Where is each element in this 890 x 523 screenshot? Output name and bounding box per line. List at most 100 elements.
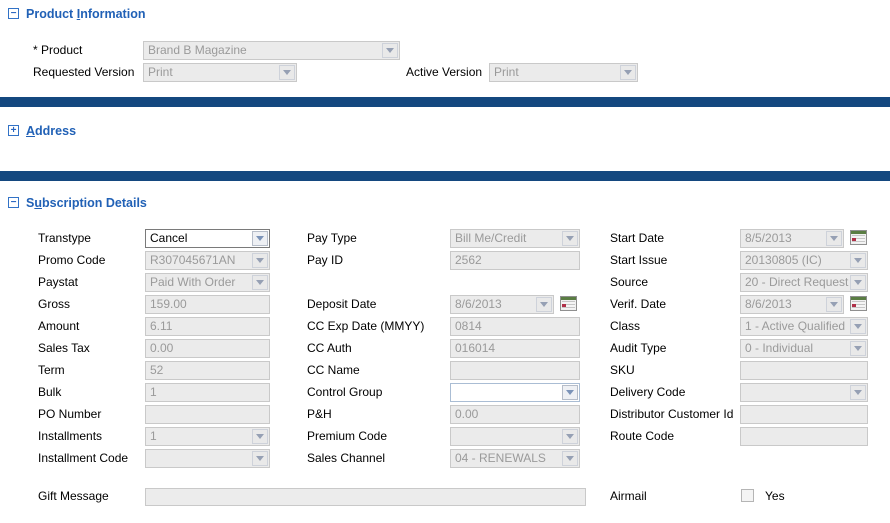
field-bulk: 1 [145,383,270,402]
p-and-h-label: P&H [307,405,332,424]
transtype-value: Cancel [146,230,252,247]
chevron-down-icon[interactable] [252,231,268,246]
section-title-product-information: Product Information [26,7,145,21]
field-po-number [145,405,270,424]
chevron-down-icon [850,341,866,356]
amount-label: Amount [38,317,79,336]
amount-value: 6.11 [146,318,269,335]
field-installments: 1 [145,427,270,446]
airmail-checkbox[interactable] [741,489,754,502]
field-cc-exp-date: 0814 [450,317,580,336]
collapse-icon-product-information[interactable]: − [8,8,19,19]
field-transtype[interactable]: Cancel [145,229,270,248]
section-divider [0,171,890,181]
source-value: 20 - Direct Request [741,274,850,291]
gift-message-field [145,488,586,506]
chevron-down-icon [252,451,268,466]
collapse-icon-subscription-details[interactable]: − [8,197,19,208]
section-title-address: Address [26,124,76,138]
verif-date-label: Verif. Date [610,295,666,314]
premium-code-label: Premium Code [307,427,387,446]
field-p-and-h: 0.00 [450,405,580,424]
chevron-down-icon [279,65,295,80]
installments-label: Installments [38,427,102,446]
product-select: Brand B Magazine [143,41,400,60]
chevron-down-icon [536,297,552,312]
cc-exp-date-value: 0814 [451,318,579,335]
field-source: 20 - Direct Request [740,273,868,292]
field-deposit-date: 8/6/2013 [450,295,554,314]
calendar-icon[interactable] [850,296,867,311]
gross-label: Gross [38,295,70,314]
sku-label: SKU [610,361,635,380]
field-term: 52 [145,361,270,380]
requested-version-select: Print [143,63,297,82]
expand-icon-address[interactable]: + [8,125,19,136]
field-cc-auth: 016014 [450,339,580,358]
audit-type-value: 0 - Individual [741,340,850,357]
term-value: 52 [146,362,269,379]
chevron-down-icon [850,275,866,290]
minus-icon: − [11,9,17,18]
field-promo-code: R307045671AN [145,251,270,270]
chevron-down-icon [850,319,866,334]
field-pay-type: Bill Me/Credit [450,229,580,248]
paystat-value: Paid With Order [146,274,252,291]
requested-version-value: Print [144,64,279,81]
gross-value: 159.00 [146,296,269,313]
chevron-down-icon [562,451,578,466]
field-premium-code [450,427,580,446]
chevron-down-icon [850,253,866,268]
plus-icon: + [11,126,17,135]
po-number-label: PO Number [38,405,101,424]
field-distributor-customer-id [740,405,868,424]
transtype-label: Transtype [38,229,91,248]
start-date-value: 8/5/2013 [741,230,826,247]
field-cc-name [450,361,580,380]
pay-id-label: Pay ID [307,251,343,270]
field-amount: 6.11 [145,317,270,336]
active-version-select: Print [489,63,638,82]
field-control-group[interactable] [450,383,580,402]
field-pay-id: 2562 [450,251,580,270]
audit-type-label: Audit Type [610,339,666,358]
class-label: Class [610,317,640,336]
sales-tax-value: 0.00 [146,340,269,357]
subscription-form-page: − Product Information * Product Brand B … [0,0,890,523]
section-header-product-information: − Product Information [8,6,145,21]
field-gross: 159.00 [145,295,270,314]
cc-name-label: CC Name [307,361,360,380]
deposit-date-label: Deposit Date [307,295,376,314]
p-and-h-value: 0.00 [451,406,579,423]
route-code-label: Route Code [610,427,674,446]
section-header-subscription-details: − Subscription Details [8,195,147,210]
gift-message-label: Gift Message [38,487,109,506]
pay-type-label: Pay Type [307,229,357,248]
sales-tax-label: Sales Tax [38,339,90,358]
bulk-value: 1 [146,384,269,401]
delivery-code-label: Delivery Code [610,383,685,402]
deposit-date-value: 8/6/2013 [451,296,536,313]
chevron-down-icon[interactable] [562,385,578,400]
installments-value: 1 [146,428,252,445]
field-sku [740,361,868,380]
promo-code-label: Promo Code [38,251,105,270]
requested-version-label: Requested Version [33,63,134,82]
source-label: Source [610,273,648,292]
start-issue-label: Start Issue [610,251,667,270]
start-date-label: Start Date [610,229,664,248]
cc-exp-date-label: CC Exp Date (MMYY) [307,317,424,336]
field-verif-date: 8/6/2013 [740,295,844,314]
chevron-down-icon [252,275,268,290]
verif-date-value: 8/6/2013 [741,296,826,313]
calendar-icon[interactable] [560,296,577,311]
chevron-down-icon [562,429,578,444]
term-label: Term [38,361,65,380]
field-audit-type: 0 - Individual [740,339,868,358]
calendar-icon[interactable] [850,230,867,245]
section-header-address: + Address [8,123,76,138]
chevron-down-icon [850,385,866,400]
distributor-customer-id-label: Distributor Customer Id [610,405,733,424]
airmail-yes-label: Yes [765,487,785,506]
promo-code-value: R307045671AN [146,252,252,269]
